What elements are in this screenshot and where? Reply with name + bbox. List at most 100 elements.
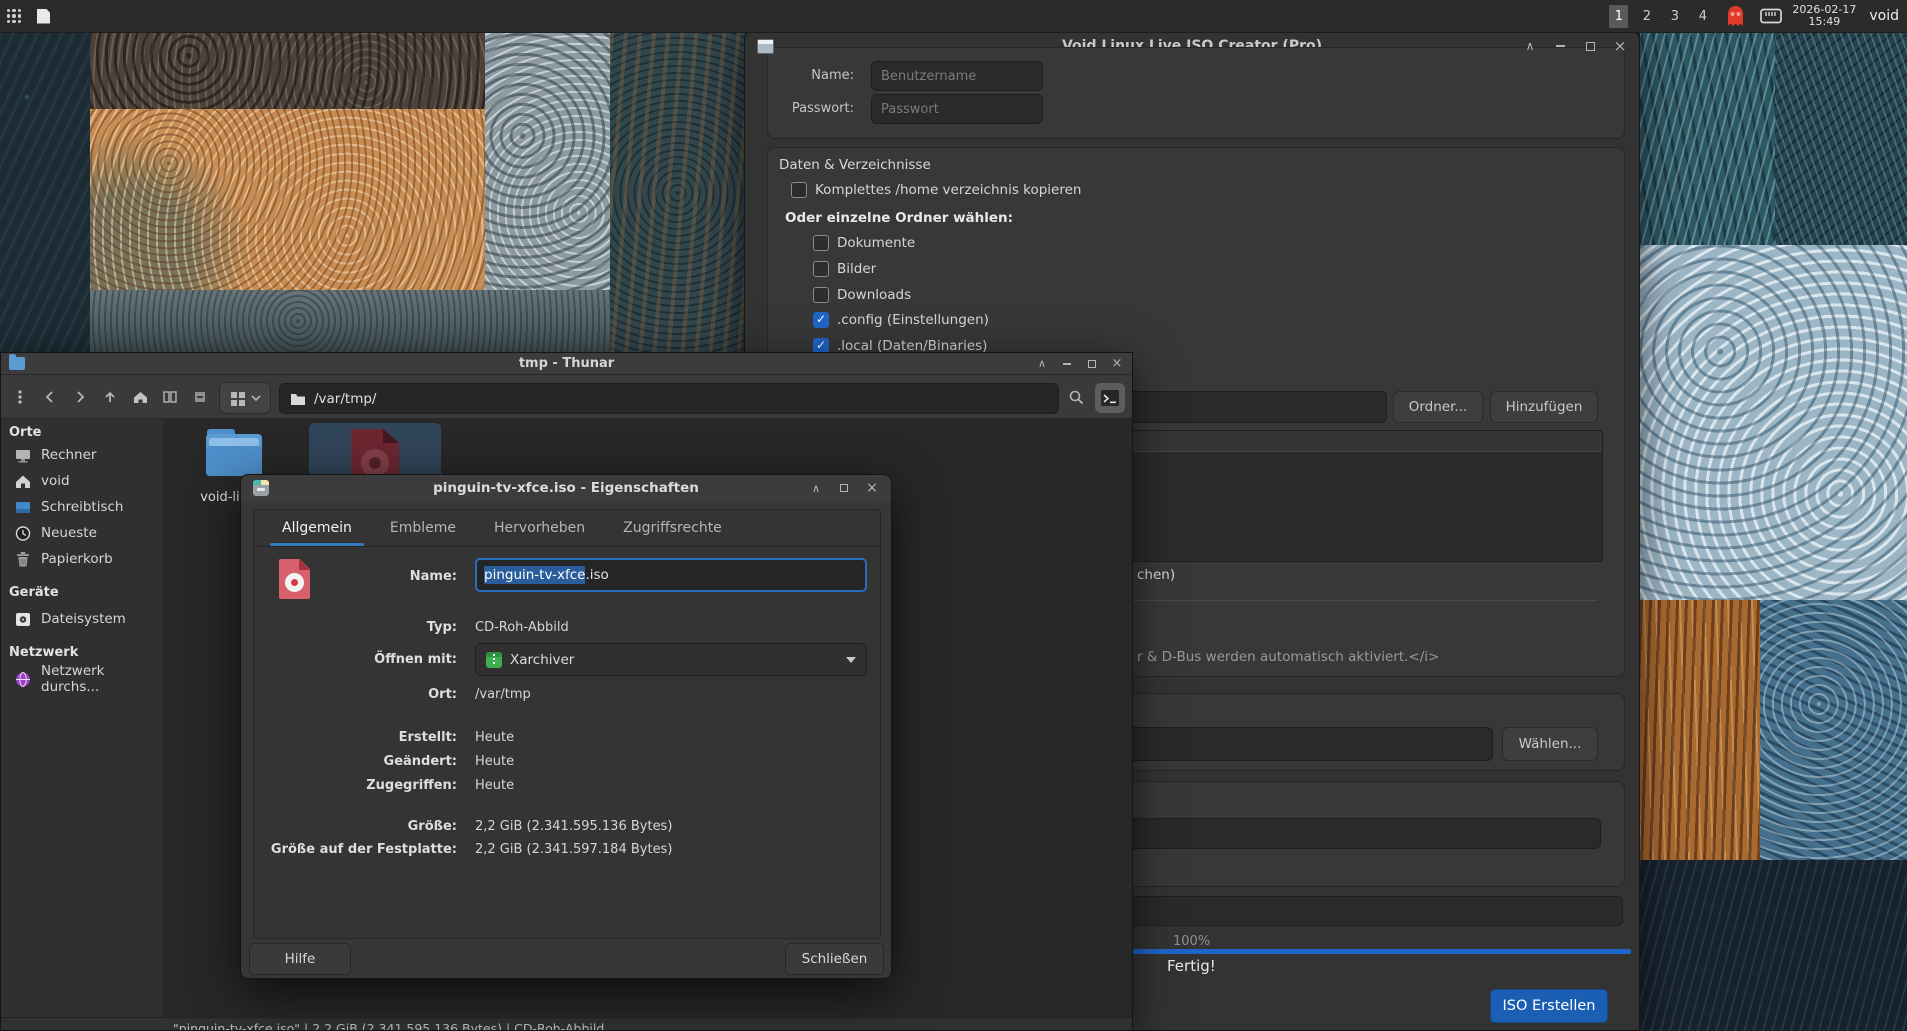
name-input[interactable]: pinguin-tv-xfce.iso — [475, 558, 867, 592]
ghost-tray-icon[interactable] — [1725, 4, 1746, 28]
size-on-disk-value: 2,2 GiB (2.341.597.184 Bytes) — [475, 842, 672, 857]
hint-text-fragment: r & D-Bus werden automatisch aktiviert.<… — [1137, 649, 1439, 665]
close-button[interactable]: × — [1110, 357, 1124, 371]
workspace-2[interactable]: 2 — [1637, 5, 1656, 28]
back-icon[interactable] — [37, 384, 63, 410]
checkbox-config[interactable] — [813, 312, 829, 328]
wallpaper-tile — [1760, 600, 1907, 860]
wallpaper-tile — [0, 33, 90, 353]
workspace-4[interactable]: 4 — [1693, 5, 1712, 28]
network-tray-icon[interactable] — [1759, 7, 1783, 25]
compact-view-icon[interactable] — [187, 384, 213, 410]
terminal-toggle-button[interactable] — [1095, 383, 1125, 413]
wallpaper-tile — [90, 290, 610, 352]
tab-allgemein[interactable]: Allgemein — [268, 510, 366, 546]
password-input[interactable] — [871, 94, 1043, 124]
add-folder-button[interactable]: Hinzufügen — [1490, 391, 1598, 423]
app-menu-icon[interactable] — [7, 9, 21, 23]
forward-icon[interactable] — [67, 384, 93, 410]
dropdown-arrow-icon — [846, 657, 856, 663]
sidebar-item-label: Papierkorb — [41, 551, 113, 567]
sidebar-item-dateisystem[interactable]: Dateisystem — [1, 607, 164, 631]
tab-hervorheben[interactable]: Hervorheben — [480, 510, 599, 546]
up-icon[interactable] — [97, 384, 123, 410]
clock[interactable]: 2026-02-17 15:49 — [1792, 4, 1856, 28]
properties-titlebar[interactable]: pinguin-tv-xfce.iso - Eigenschaften ∧ × — [241, 475, 891, 501]
maximize-button[interactable] — [837, 481, 851, 495]
sidebar-item-netzwerk[interactable]: Netzwerk durchs... — [1, 667, 164, 691]
thunar-app-icon — [9, 357, 25, 370]
workspace-3[interactable]: 3 — [1665, 5, 1684, 28]
terminal-icon — [1100, 389, 1120, 407]
sidebar-item-label: Neueste — [41, 525, 97, 541]
shade-button[interactable]: ∧ — [1035, 357, 1049, 371]
xarchiver-icon — [486, 652, 502, 668]
close-dialog-button[interactable]: Schließen — [785, 943, 884, 975]
window-list-icon[interactable] — [37, 9, 50, 24]
created-label: Erstellt: — [261, 730, 457, 745]
checkbox-dokumente[interactable] — [813, 235, 829, 251]
minimize-button[interactable] — [1553, 39, 1567, 53]
thunar-statusbar: "pinguin-tv-xfce.iso" | 2,2 GiB (2.341.5… — [1, 1017, 1132, 1030]
create-iso-button[interactable]: ISO Erstellen — [1490, 989, 1608, 1023]
thunar-sidebar: Orte Rechner void Schreibtisch Neueste P… — [1, 419, 164, 1017]
thunar-titlebar[interactable]: tmp - Thunar ∧ × — [1, 353, 1132, 375]
modified-label: Geändert: — [261, 754, 457, 769]
checkbox-bilder[interactable] — [813, 261, 829, 277]
top-panel: 1 2 3 4 2026-02-17 15:49 void — [0, 0, 1907, 33]
open-with-dropdown[interactable]: Xarchiver — [475, 643, 867, 676]
sidebar-item-neueste[interactable]: Neueste — [1, 521, 164, 545]
sidebar-item-void[interactable]: void — [1, 469, 164, 493]
type-label: Typ: — [261, 620, 457, 635]
grid-view-icon — [230, 391, 245, 406]
data-directories-title: Daten & Verzeichnisse — [779, 157, 931, 173]
wallpaper-tile — [90, 33, 485, 109]
tab-embleme[interactable]: Embleme — [376, 510, 470, 546]
username-input[interactable] — [871, 61, 1043, 91]
folder-browse-button[interactable]: Ordner... — [1393, 391, 1483, 423]
workspace-1[interactable]: 1 — [1609, 5, 1628, 28]
maximize-button[interactable] — [1085, 357, 1099, 371]
maximize-button[interactable] — [1583, 39, 1597, 53]
app-window-icon — [757, 39, 774, 54]
menu-dots-icon[interactable] — [7, 384, 33, 410]
size-label: Größe: — [261, 819, 457, 834]
wallpaper-tile — [1640, 860, 1907, 1031]
sidebar-item-schreibtisch[interactable]: Schreibtisch — [1, 495, 164, 519]
tab-zugriffsrechte[interactable]: Zugriffsrechte — [609, 510, 736, 546]
close-button[interactable]: × — [865, 481, 879, 495]
split-view-icon[interactable] — [157, 384, 183, 410]
copy-home-checkbox[interactable] — [791, 182, 807, 198]
home-icon — [14, 473, 32, 490]
checkbox-downloads[interactable] — [813, 287, 829, 303]
sidebar-item-papierkorb[interactable]: Papierkorb — [1, 547, 164, 571]
view-mode-dropdown[interactable] — [219, 382, 271, 414]
sidebar-item-rechner[interactable]: Rechner — [1, 443, 164, 467]
wallpaper-tile — [90, 109, 485, 290]
shade-button[interactable]: ∧ — [809, 481, 823, 495]
desktop-icon — [14, 499, 32, 516]
search-icon[interactable] — [1063, 384, 1089, 410]
tab-bar: Allgemein Embleme Hervorheben Zugriffsre… — [254, 510, 880, 547]
statusbar-text: "pinguin-tv-xfce.iso" | 2,2 GiB (2.341.5… — [173, 1021, 604, 1030]
folder-icon — [290, 392, 306, 406]
sidebar-item-label: Rechner — [41, 447, 96, 463]
name-label: Name: — [767, 68, 854, 83]
home-icon[interactable] — [127, 384, 153, 410]
shade-button[interactable]: ∧ — [1523, 39, 1537, 53]
minimize-button[interactable] — [1060, 357, 1074, 371]
computer-icon — [14, 447, 32, 464]
choose-output-button[interactable]: Wählen... — [1502, 727, 1598, 761]
help-button[interactable]: Hilfe — [249, 943, 351, 975]
modified-value: Heute — [475, 754, 514, 769]
open-with-label: Öffnen mit: — [261, 652, 457, 667]
checkbox-label: Dokumente — [837, 235, 915, 251]
sidebar-section-geraete: Geräte — [9, 585, 59, 600]
drive-icon — [14, 611, 32, 628]
close-button[interactable]: × — [1613, 39, 1627, 53]
wallpaper-tile — [1640, 245, 1907, 600]
trash-icon — [14, 551, 32, 568]
path-bar[interactable]: /var/tmp/ — [279, 383, 1059, 414]
sidebar-item-label: Netzwerk durchs... — [41, 663, 164, 695]
name-label: Name: — [261, 569, 457, 584]
